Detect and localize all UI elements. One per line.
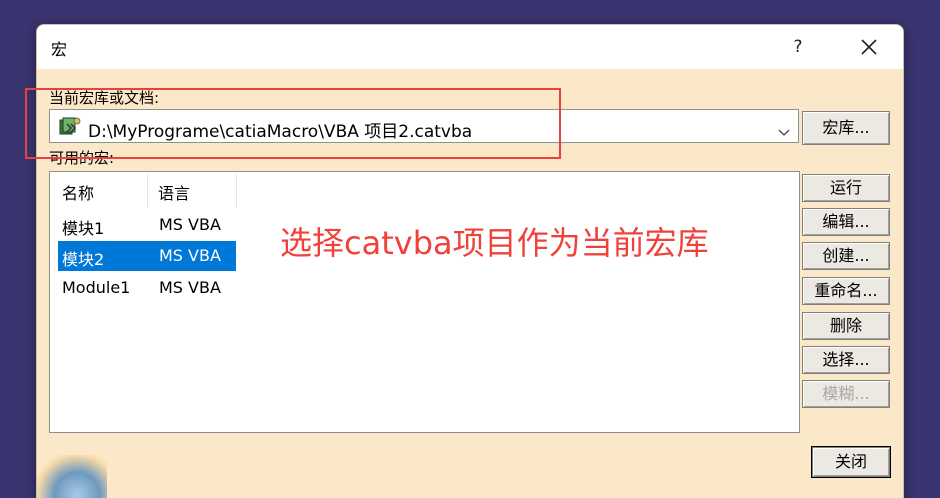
- select-button[interactable]: 选择...: [802, 346, 890, 374]
- macro-language: MS VBA: [159, 246, 221, 265]
- list-item[interactable]: 模块1 MS VBA: [58, 210, 236, 240]
- close-icon: [861, 39, 877, 55]
- macro-name: 模块1: [62, 219, 105, 238]
- rename-button[interactable]: 重命名...: [802, 277, 890, 305]
- macros-list[interactable]: 名称 语言 模块1 MS VBA 模块2 MS VBA Module1 MS V…: [49, 171, 800, 433]
- edit-button[interactable]: 编辑...: [802, 208, 890, 236]
- title-bar: 宏 ?: [37, 25, 903, 69]
- macro-language: MS VBA: [159, 215, 221, 234]
- column-header-language[interactable]: 语言: [148, 174, 237, 208]
- close-button[interactable]: 关闭: [811, 446, 891, 478]
- macro-name: Module1: [62, 278, 131, 297]
- fuzzy-button: 模糊...: [802, 380, 890, 408]
- macro-library-button[interactable]: 宏库...: [802, 111, 890, 145]
- column-header-name[interactable]: 名称: [52, 174, 148, 208]
- macro-language: MS VBA: [159, 278, 221, 297]
- list-item-selected[interactable]: 模块2 MS VBA: [58, 241, 236, 271]
- dialog-title: 宏: [51, 40, 68, 59]
- help-button[interactable]: ?: [782, 35, 814, 59]
- delete-button[interactable]: 删除: [802, 312, 890, 340]
- run-button[interactable]: 运行: [802, 174, 890, 202]
- create-button[interactable]: 创建...: [802, 242, 890, 270]
- macro-name: 模块2: [62, 250, 105, 269]
- annotation-highlight-box: [25, 88, 561, 159]
- chevron-down-icon[interactable]: [778, 122, 790, 141]
- list-item[interactable]: Module1 MS VBA: [58, 273, 236, 303]
- help-icon: ?: [793, 37, 803, 57]
- logo-graphic: [37, 455, 107, 498]
- annotation-text: 选择catvba项目作为当前宏库: [280, 224, 709, 262]
- close-window-button[interactable]: [847, 31, 891, 63]
